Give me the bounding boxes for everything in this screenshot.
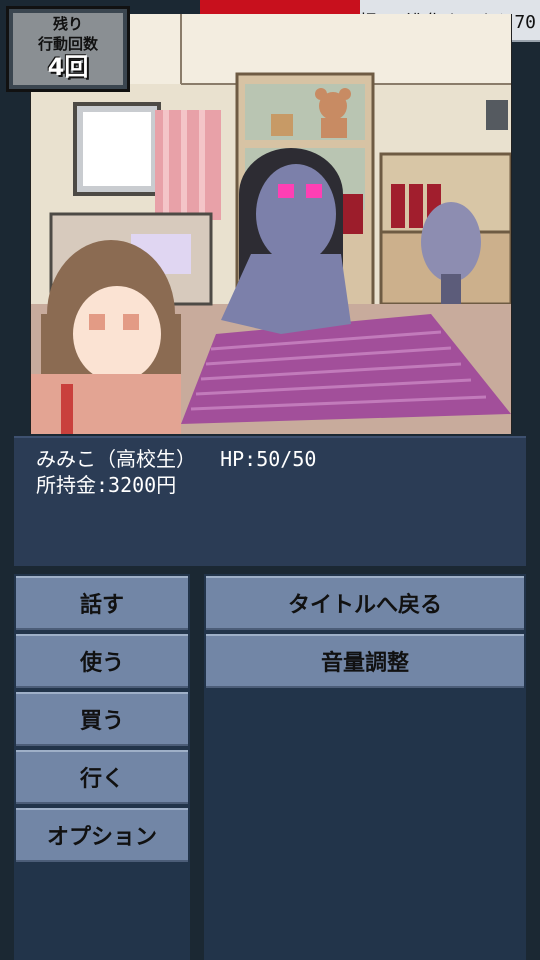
use-button[interactable]: 使う bbox=[16, 634, 188, 688]
remaining-actions-count: 4回 bbox=[47, 53, 89, 81]
money-status: 所持金:3200円 bbox=[36, 473, 177, 497]
remaining-label: 残り bbox=[52, 15, 83, 33]
volume-adjust-button[interactable]: 音量調整 bbox=[206, 634, 524, 688]
return-to-title-button[interactable]: タイトルへ戻る bbox=[206, 576, 524, 630]
remaining-actions-box: 残り 行動回数 4回 bbox=[6, 6, 130, 92]
option-menu: タイトルへ戻る 音量調整 bbox=[204, 574, 526, 960]
go-button[interactable]: 行く bbox=[16, 750, 188, 804]
command-menu: 話す 使う 買う 行く オプション bbox=[14, 574, 190, 960]
remaining-actions-inner: 残り 行動回数 4回 bbox=[13, 13, 123, 85]
talk-button[interactable]: 話す bbox=[16, 576, 188, 630]
action-count-label: 行動回数 bbox=[37, 35, 98, 53]
status-panel: みみこ（高校生） HP:50/50 所持金:3200円 bbox=[14, 436, 526, 566]
option-button[interactable]: オプション bbox=[16, 808, 188, 862]
buy-button[interactable]: 買う bbox=[16, 692, 188, 746]
character-status: みみこ（高校生） HP:50/50 bbox=[36, 447, 317, 471]
